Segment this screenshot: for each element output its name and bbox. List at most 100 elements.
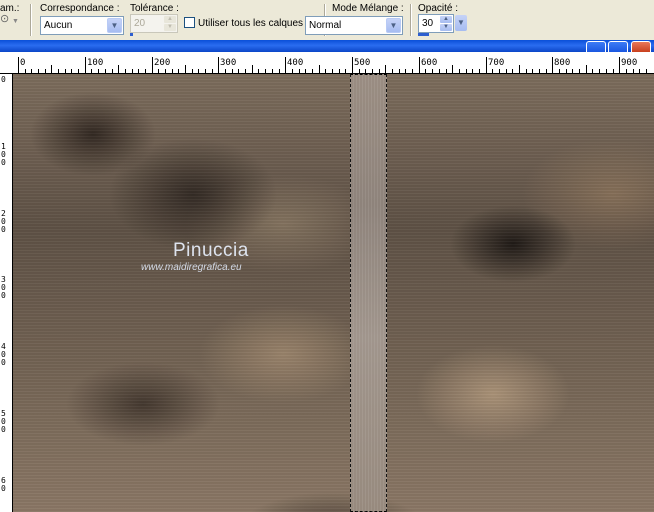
ruler-tick bbox=[466, 69, 467, 73]
ruler-tick bbox=[78, 69, 79, 73]
ruler-label: 1 0 0 bbox=[1, 142, 6, 167]
ruler-label: 6 0 bbox=[1, 476, 6, 493]
ruler-tick bbox=[619, 57, 620, 73]
opacity-spin-buttons[interactable]: ▲ ▼ bbox=[440, 16, 452, 31]
ruler-tick bbox=[579, 69, 580, 73]
opacity-dropdown-icon[interactable]: ▼ bbox=[455, 15, 467, 31]
ruler-tick bbox=[592, 69, 593, 73]
blend-mode-value: Normal bbox=[309, 20, 342, 31]
chevron-down-icon[interactable]: ▼ bbox=[107, 18, 122, 33]
minimize-button[interactable] bbox=[586, 41, 606, 52]
tolerance-value: 20 bbox=[134, 18, 146, 29]
spin-down-icon[interactable]: ▼ bbox=[440, 24, 452, 31]
ruler-tick bbox=[606, 69, 607, 73]
ruler-tick bbox=[292, 69, 293, 73]
opacity-slider-bar[interactable] bbox=[418, 33, 429, 36]
ruler-label: 600 bbox=[421, 58, 438, 68]
image-window-titlebar[interactable] bbox=[0, 40, 654, 52]
ruler-tick bbox=[405, 69, 406, 73]
ruler-tick bbox=[212, 69, 213, 73]
ruler-label: 800 bbox=[554, 58, 571, 68]
ruler-tick bbox=[312, 69, 313, 73]
ruler-tick bbox=[439, 69, 440, 73]
ruler-tick bbox=[245, 69, 246, 73]
ruler-label: 700 bbox=[488, 58, 505, 68]
ruler-tick bbox=[519, 65, 520, 73]
close-button[interactable] bbox=[631, 41, 651, 52]
ruler-tick bbox=[112, 69, 113, 73]
opacity-label: Opacité : bbox=[418, 3, 459, 14]
ruler-tick bbox=[572, 69, 573, 73]
ruler-tick bbox=[238, 69, 239, 73]
ruler-tick bbox=[412, 69, 413, 73]
blend-mode-select[interactable]: Normal ▼ bbox=[305, 16, 403, 35]
ruler-label: 400 bbox=[287, 58, 304, 68]
preset-icon[interactable]: ⊙ bbox=[0, 12, 9, 25]
ruler-tick bbox=[586, 65, 587, 73]
ruler-tick bbox=[192, 69, 193, 73]
opacity-value: 30 bbox=[422, 18, 434, 29]
ruler-tick bbox=[178, 69, 179, 73]
ruler-tick bbox=[65, 69, 66, 73]
ruler-tick bbox=[419, 57, 420, 73]
ruler-tick bbox=[452, 65, 453, 73]
ruler-tick bbox=[98, 69, 99, 73]
ruler-tick bbox=[459, 69, 460, 73]
ruler-tick bbox=[472, 69, 473, 73]
ruler-tick bbox=[38, 69, 39, 73]
tolerance-slider-bar[interactable] bbox=[130, 33, 133, 36]
ruler-tick bbox=[512, 69, 513, 73]
watermark-url: www.maidiregrafica.eu bbox=[141, 262, 242, 273]
tolerance-spin-buttons[interactable]: ▲ ▼ bbox=[164, 16, 176, 31]
ruler-tick bbox=[145, 69, 146, 73]
ruler-tick bbox=[51, 65, 52, 73]
ruler-label: 500 bbox=[354, 58, 371, 68]
maximize-button[interactable] bbox=[608, 41, 628, 52]
match-mode-select[interactable]: Aucun ▼ bbox=[40, 16, 124, 35]
ruler-tick bbox=[499, 69, 500, 73]
horizontal-ruler: 0 100 200 300 400 500 600 700 800 900 bbox=[0, 52, 654, 74]
ruler-tick bbox=[359, 69, 360, 73]
ruler-tick bbox=[646, 69, 647, 73]
ruler-tick bbox=[71, 69, 72, 73]
blend-mode-label: Mode Mélange : bbox=[332, 3, 404, 14]
ruler-tick bbox=[31, 69, 32, 73]
use-all-layers-checkbox[interactable] bbox=[184, 17, 195, 28]
match-mode-value: Aucun bbox=[44, 20, 73, 31]
ruler-tick bbox=[599, 69, 600, 73]
rectangular-selection[interactable] bbox=[350, 74, 387, 512]
tolerance-label: Tolérance : bbox=[130, 3, 179, 14]
ruler-tick bbox=[319, 65, 320, 73]
separator bbox=[410, 4, 411, 36]
ruler-tick bbox=[205, 69, 206, 73]
ruler-tick bbox=[185, 65, 186, 73]
ruler-tick bbox=[432, 69, 433, 73]
ruler-tick bbox=[526, 69, 527, 73]
ruler-label: 3 0 0 bbox=[1, 275, 6, 300]
ruler-tick bbox=[365, 69, 366, 73]
ruler-tick bbox=[379, 69, 380, 73]
ruler-tick bbox=[105, 69, 106, 73]
preset-dropdown-arrow-icon[interactable]: ▼ bbox=[12, 18, 19, 25]
opacity-stepper[interactable]: 30 ▲ ▼ bbox=[418, 14, 454, 33]
ruler-tick bbox=[25, 69, 26, 73]
ruler-tick bbox=[252, 65, 253, 73]
ruler-tick bbox=[332, 69, 333, 73]
ruler-tick bbox=[339, 69, 340, 73]
ruler-tick bbox=[345, 69, 346, 73]
image-canvas[interactable]: Pinuccia www.maidiregrafica.eu bbox=[13, 74, 654, 512]
ruler-tick bbox=[492, 69, 493, 73]
ruler-tick bbox=[392, 69, 393, 73]
ruler-tick bbox=[152, 57, 153, 73]
tolerance-stepper[interactable]: 20 ▲ ▼ bbox=[130, 14, 178, 33]
ruler-tick bbox=[18, 57, 19, 73]
ruler-label: 2 0 0 bbox=[1, 209, 6, 234]
spin-down-icon[interactable]: ▼ bbox=[164, 24, 176, 31]
ruler-label: 100 bbox=[87, 58, 104, 68]
spin-up-icon[interactable]: ▲ bbox=[440, 16, 452, 23]
ruler-label: 300 bbox=[220, 58, 237, 68]
ruler-tick bbox=[352, 57, 353, 73]
spin-up-icon[interactable]: ▲ bbox=[164, 16, 176, 23]
use-all-layers-label[interactable]: Utiliser tous les calques bbox=[198, 18, 303, 29]
chevron-down-icon[interactable]: ▼ bbox=[386, 18, 401, 33]
